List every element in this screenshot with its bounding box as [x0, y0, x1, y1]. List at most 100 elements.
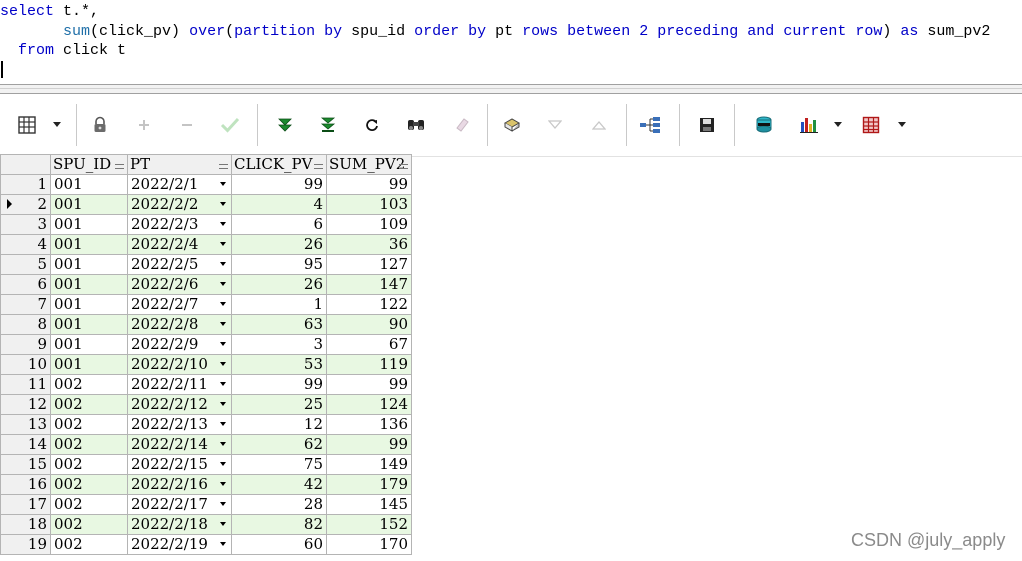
previous-record-button[interactable]: [586, 112, 612, 138]
row-number[interactable]: 13: [0, 414, 51, 435]
export-button[interactable]: [751, 112, 777, 138]
cell-click-pv[interactable]: 25: [231, 394, 327, 415]
cell-sum-pv2[interactable]: 147: [326, 274, 412, 295]
cell-spu-id[interactable]: 002: [50, 434, 128, 455]
cell-sum-pv2[interactable]: 149: [326, 454, 412, 475]
row-number[interactable]: 1: [0, 174, 51, 195]
table-row[interactable]: 11 002 2022/2/11 99 99: [0, 374, 412, 395]
column-header-sum-pv2[interactable]: SUM_PV2: [326, 154, 412, 175]
row-number[interactable]: 8: [0, 314, 51, 335]
cell-spu-id[interactable]: 001: [50, 214, 128, 235]
cell-click-pv[interactable]: 99: [231, 374, 327, 395]
column-menu-icon[interactable]: [219, 164, 228, 169]
cell-pt[interactable]: 2022/2/9: [127, 334, 232, 355]
table-row[interactable]: 18 002 2022/2/18 82 152: [0, 514, 412, 535]
row-number[interactable]: 11: [0, 374, 51, 395]
cell-sum-pv2[interactable]: 124: [326, 394, 412, 415]
table-row[interactable]: 19 002 2022/2/19 60 170: [0, 534, 412, 555]
cell-click-pv[interactable]: 3: [231, 334, 327, 355]
cell-sum-pv2[interactable]: 99: [326, 174, 412, 195]
table-row[interactable]: 16 002 2022/2/16 42 179: [0, 474, 412, 495]
grid-view-dropdown-arrow[interactable]: [53, 122, 61, 127]
cell-click-pv[interactable]: 63: [231, 314, 327, 335]
find-button[interactable]: [403, 112, 429, 138]
cell-spu-id[interactable]: 001: [50, 194, 128, 215]
cell-spu-id[interactable]: 002: [50, 494, 128, 515]
cell-spu-id[interactable]: 002: [50, 414, 128, 435]
date-dropdown-icon[interactable]: [220, 442, 226, 446]
date-dropdown-icon[interactable]: [220, 242, 226, 246]
table-row[interactable]: 4 001 2022/2/4 26 36: [0, 234, 412, 255]
table-row[interactable]: 5 001 2022/2/5 95 127: [0, 254, 412, 275]
column-menu-icon[interactable]: [399, 164, 408, 169]
table-row[interactable]: 7 001 2022/2/7 1 122: [0, 294, 412, 315]
row-number[interactable]: 9: [0, 334, 51, 355]
cell-click-pv[interactable]: 6: [231, 214, 327, 235]
refresh-button[interactable]: [359, 112, 385, 138]
table-row[interactable]: 17 002 2022/2/17 28 145: [0, 494, 412, 515]
cell-sum-pv2[interactable]: 122: [326, 294, 412, 315]
cell-pt[interactable]: 2022/2/12: [127, 394, 232, 415]
date-dropdown-icon[interactable]: [220, 282, 226, 286]
cell-spu-id[interactable]: 001: [50, 334, 128, 355]
column-menu-icon[interactable]: [314, 164, 323, 169]
date-dropdown-icon[interactable]: [220, 322, 226, 326]
cell-click-pv[interactable]: 12: [231, 414, 327, 435]
fetch-last-page-button[interactable]: [315, 112, 341, 138]
table-row[interactable]: 6 001 2022/2/6 26 147: [0, 274, 412, 295]
chart-dropdown-arrow[interactable]: [834, 122, 842, 127]
cell-sum-pv2[interactable]: 152: [326, 514, 412, 535]
cell-spu-id[interactable]: 001: [50, 234, 128, 255]
row-number[interactable]: 17: [0, 494, 51, 515]
date-dropdown-icon[interactable]: [220, 402, 226, 406]
date-dropdown-icon[interactable]: [220, 222, 226, 226]
column-header-spu-id[interactable]: SPU_ID: [50, 154, 128, 175]
cell-pt[interactable]: 2022/2/10: [127, 354, 232, 375]
insert-record-button[interactable]: [131, 112, 157, 138]
table-row[interactable]: 9 001 2022/2/9 3 67: [0, 334, 412, 355]
row-number[interactable]: 7: [0, 294, 51, 315]
cell-spu-id[interactable]: 002: [50, 374, 128, 395]
cell-spu-id[interactable]: 001: [50, 174, 128, 195]
date-dropdown-icon[interactable]: [220, 462, 226, 466]
cell-click-pv[interactable]: 26: [231, 274, 327, 295]
table-options-button[interactable]: [858, 112, 884, 138]
date-dropdown-icon[interactable]: [220, 202, 226, 206]
cell-sum-pv2[interactable]: 99: [326, 374, 412, 395]
date-dropdown-icon[interactable]: [220, 262, 226, 266]
cell-sum-pv2[interactable]: 145: [326, 494, 412, 515]
table-row[interactable]: 15 002 2022/2/15 75 149: [0, 454, 412, 475]
row-number[interactable]: 15: [0, 454, 51, 475]
cell-spu-id[interactable]: 001: [50, 354, 128, 375]
cell-pt[interactable]: 2022/2/17: [127, 494, 232, 515]
cell-pt[interactable]: 2022/2/13: [127, 414, 232, 435]
column-header-click-pv[interactable]: CLICK_PV: [231, 154, 327, 175]
table-row[interactable]: 13 002 2022/2/13 12 136: [0, 414, 412, 435]
row-number[interactable]: 5: [0, 254, 51, 275]
cell-sum-pv2[interactable]: 136: [326, 414, 412, 435]
table-row[interactable]: 12 002 2022/2/12 25 124: [0, 394, 412, 415]
cell-sum-pv2[interactable]: 36: [326, 234, 412, 255]
date-dropdown-icon[interactable]: [220, 422, 226, 426]
column-menu-icon[interactable]: [115, 164, 124, 169]
sql-editor[interactable]: select t.*, sum(click_pv) over(partition…: [0, 0, 1022, 84]
date-dropdown-icon[interactable]: [220, 342, 226, 346]
cell-pt[interactable]: 2022/2/18: [127, 514, 232, 535]
date-dropdown-icon[interactable]: [220, 502, 226, 506]
next-record-button[interactable]: [542, 112, 568, 138]
row-number[interactable]: 16: [0, 474, 51, 495]
delete-record-button[interactable]: [174, 112, 200, 138]
column-header-pt[interactable]: PT: [127, 154, 232, 175]
editor-results-splitter[interactable]: [0, 84, 1022, 94]
clear-button[interactable]: [449, 112, 475, 138]
table-row[interactable]: 10 001 2022/2/10 53 119: [0, 354, 412, 375]
cell-pt[interactable]: 2022/2/5: [127, 254, 232, 275]
cell-pt[interactable]: 2022/2/2: [127, 194, 232, 215]
grid-view-button[interactable]: [14, 112, 40, 138]
query-by-example-button[interactable]: [499, 112, 525, 138]
cell-click-pv[interactable]: 82: [231, 514, 327, 535]
date-dropdown-icon[interactable]: [220, 302, 226, 306]
table-row[interactable]: 3 001 2022/2/3 6 109: [0, 214, 412, 235]
cell-spu-id[interactable]: 002: [50, 514, 128, 535]
cell-sum-pv2[interactable]: 127: [326, 254, 412, 275]
